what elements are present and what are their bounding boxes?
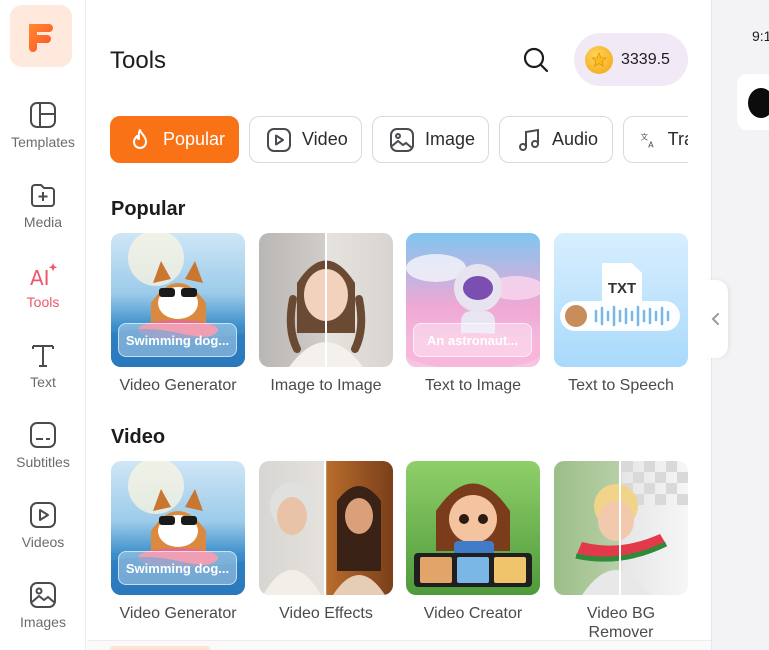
- txt-badge: TXT: [608, 280, 636, 297]
- prompt-chip: An astronaut...: [413, 323, 532, 357]
- girl-illustration: [286, 233, 366, 367]
- thumbnail-swimming-dog: Swimming dog...: [111, 461, 245, 595]
- sidebar-item-subtitles[interactable]: Subtitles: [0, 420, 86, 486]
- sidebar-item-label: Videos: [21, 534, 65, 550]
- tools-panel: Tools 3339.5 Popular Video Image Audio 文…: [87, 0, 711, 650]
- text-icon: [32, 345, 54, 367]
- videos-icon: [30, 502, 56, 528]
- thumbnail-bg-remover: [554, 461, 688, 595]
- cartoon-girl-illustration: [414, 483, 532, 587]
- sidebar-item-text[interactable]: Text: [0, 340, 86, 406]
- sidebar-item-label: Subtitles: [16, 454, 70, 470]
- tool-card-label: Video BG Remover: [586, 605, 656, 641]
- translate-icon: 文A: [641, 131, 654, 149]
- search-button[interactable]: [521, 45, 551, 75]
- tool-card-text-to-image[interactable]: An astronaut... Text to Image: [406, 233, 540, 395]
- app: Templates Media AI Tools Text Subtitles …: [0, 0, 769, 650]
- sidebar-item-media[interactable]: Media: [0, 180, 86, 246]
- tab-label: Image: [425, 129, 476, 149]
- portraits-illustration: [263, 461, 385, 595]
- search-icon: [523, 47, 549, 73]
- thumbnail-text-to-speech: TXT: [554, 233, 688, 367]
- tool-card-label: Text to Speech: [568, 377, 674, 394]
- preview-time: 9:1: [752, 28, 769, 44]
- svg-text:A: A: [648, 139, 654, 149]
- bottom-scroll-hint: [110, 646, 210, 650]
- image-icon: [390, 127, 414, 152]
- sidebar-item-label: Media: [23, 214, 63, 230]
- tool-card-image-to-image[interactable]: Image to Image: [259, 233, 393, 395]
- thumbnail-swimming-dog: Swimming dog...: [111, 233, 245, 367]
- ai-tools-icon: AI: [30, 263, 58, 290]
- sidebar-item-label: Images: [20, 614, 66, 630]
- category-tabs: Popular Video Image Audio 文A Translate: [110, 116, 688, 164]
- section-title-popular: Popular: [111, 198, 186, 220]
- tool-card-label: Text to Image: [424, 377, 522, 394]
- sidebar-item-tools[interactable]: AI Tools: [0, 260, 86, 326]
- tool-card-label: Image to Image: [270, 377, 382, 394]
- tool-card-video-generator[interactable]: Swimming dog... Video Generator: [111, 233, 245, 395]
- tool-card-video-effects[interactable]: Video Effects: [259, 461, 393, 623]
- tab-popular[interactable]: Popular: [110, 116, 239, 163]
- thumbnail-video-creator: [406, 461, 540, 595]
- chevron-left-icon: [711, 313, 719, 325]
- tab-image[interactable]: Image: [372, 116, 489, 163]
- credits-badge[interactable]: 3339.5: [574, 33, 688, 86]
- app-logo[interactable]: [10, 5, 72, 67]
- section-title-video: Video: [111, 426, 166, 448]
- templates-icon: [30, 102, 56, 128]
- sidebar-item-videos[interactable]: Videos: [0, 500, 86, 566]
- tab-translate[interactable]: 文A Translate: [623, 116, 688, 163]
- tab-label: Audio: [552, 129, 599, 149]
- thumbnail-astronaut: An astronaut...: [406, 233, 540, 367]
- speech-illustration: TXT: [560, 263, 680, 331]
- music-icon: [519, 128, 539, 151]
- sidebar-item-templates[interactable]: Templates: [0, 100, 86, 166]
- tool-card-label: Video Generator: [119, 605, 237, 622]
- tool-card-label: Video Effects: [279, 605, 373, 622]
- tool-card-text-to-speech[interactable]: TXT Text to Speech: [554, 233, 688, 395]
- thumbnail-girl-portrait: [259, 233, 393, 367]
- sidebar-item-images[interactable]: Images: [0, 580, 86, 646]
- tool-card-label: Video Generator: [119, 377, 237, 394]
- subtitles-icon: [30, 422, 56, 448]
- tab-video[interactable]: Video: [249, 116, 362, 163]
- preview-record-dot[interactable]: [748, 88, 769, 118]
- tab-audio[interactable]: Audio: [499, 116, 613, 163]
- images-icon: [30, 582, 56, 608]
- tool-card-label: Video Creator: [423, 605, 523, 622]
- tab-label: Video: [302, 129, 348, 149]
- video-play-icon: [267, 127, 291, 152]
- child-watermelon-illustration: [575, 461, 688, 595]
- sidebar-item-label: Text: [30, 374, 56, 390]
- prompt-chip: Swimming dog...: [118, 323, 237, 357]
- thumbnail-video-effects: [259, 461, 393, 595]
- sidebar-item-label: Templates: [11, 134, 75, 150]
- sidebar: Templates Media AI Tools Text Subtitles …: [0, 0, 86, 650]
- sidebar-item-label: Tools: [26, 294, 60, 310]
- media-add-icon: [31, 184, 55, 207]
- svg-text:AI: AI: [30, 266, 50, 290]
- credits-value: 3339.5: [621, 50, 670, 68]
- tool-card-video-generator-2[interactable]: Swimming dog... Video Generator: [111, 461, 245, 623]
- collapse-panel-button[interactable]: [704, 280, 728, 358]
- page-title: Tools: [110, 47, 167, 74]
- tab-label: Translate: [667, 129, 688, 149]
- tool-card-video-bg-remover[interactable]: Video BG Remover: [554, 461, 688, 642]
- coin-icon: [585, 45, 613, 74]
- tab-label: Popular: [163, 129, 226, 149]
- flame-icon: [133, 128, 147, 149]
- tool-card-video-creator[interactable]: Video Creator: [406, 461, 540, 623]
- prompt-chip: Swimming dog...: [118, 551, 237, 585]
- logo-icon: [29, 24, 53, 52]
